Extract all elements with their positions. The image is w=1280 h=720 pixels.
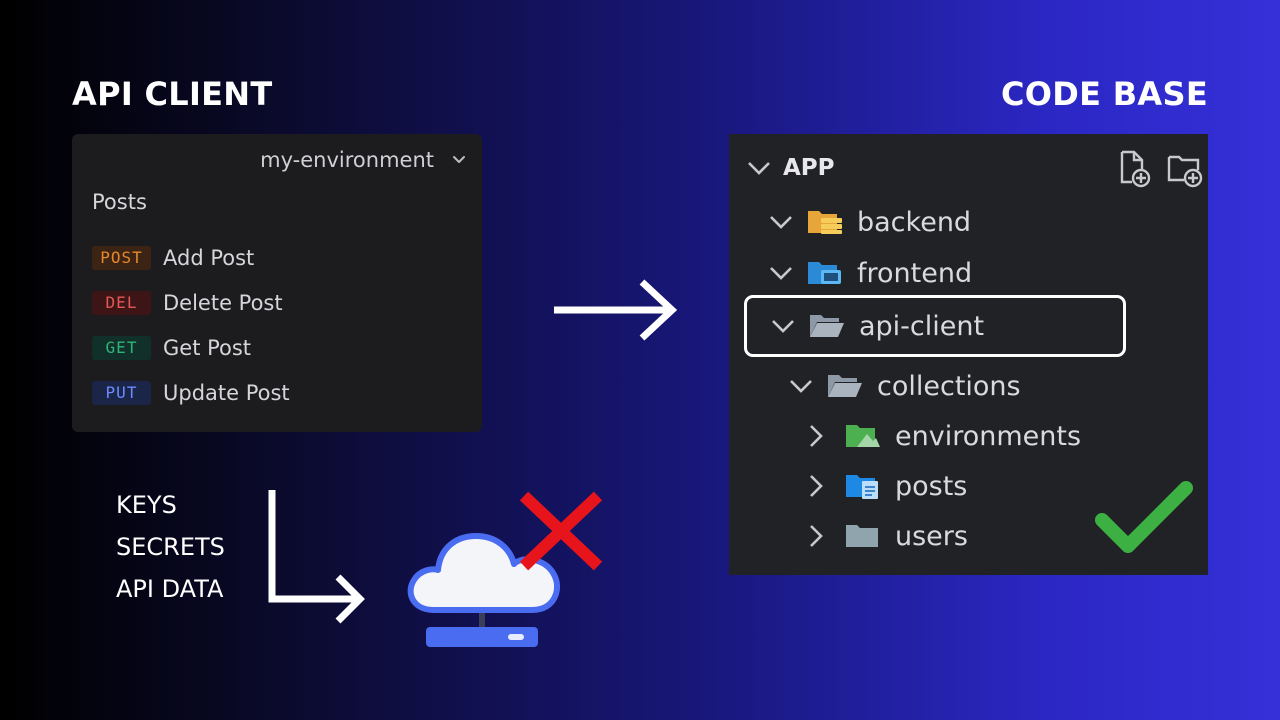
tree-root-app[interactable]: APP [747,146,835,190]
code-base-heading: CODE BASE [1000,75,1208,113]
tree-item-api-client[interactable]: api-client [771,304,984,348]
method-badge: GET [92,335,151,360]
request-name: Get Post [163,335,252,360]
chevron-down-icon [790,380,812,393]
method-badge: DEL [92,290,151,315]
tree-item-label: frontend [857,257,973,289]
request-item-add-post[interactable]: POST Add Post [92,235,290,280]
api-client-heading: API CLIENT [72,75,273,113]
tree-item-label: environments [895,420,1082,452]
api-client-panel: my-environment Posts POST Add Post DEL D… [72,134,482,432]
request-name: Delete Post [163,290,283,315]
chevron-right-icon [810,525,823,547]
chevron-down-icon [770,216,792,229]
request-list: POST Add Post DEL Delete Post GET Get Po… [92,235,290,415]
tree-item-users[interactable]: users [809,514,968,558]
folder-server-icon [808,211,842,234]
method-badge: POST [92,245,151,270]
folder-icon [846,525,878,547]
collection-title: Posts [92,190,147,214]
chevron-down-icon [770,267,792,280]
tree-item-label: posts [895,470,968,502]
request-item-get-post[interactable]: GET Get Post [92,325,290,370]
tree-item-backend[interactable]: backend [769,200,971,244]
request-item-delete-post[interactable]: DEL Delete Post [92,280,290,325]
request-item-update-post[interactable]: PUT Update Post [92,370,290,415]
arrow-down-right-icon [268,490,365,624]
folder-open-icon [828,375,862,397]
request-name: Add Post [163,245,255,270]
tree-item-collections[interactable]: collections [789,364,1021,408]
folder-frontend-icon [808,262,841,284]
tree-item-label: collections [877,370,1021,402]
method-badge: PUT [92,380,151,405]
keys-item: KEYS [116,491,177,519]
tree-root-label: APP [783,155,835,181]
tree-item-environments[interactable]: environments [809,414,1081,458]
new-folder-icon[interactable] [1166,150,1204,188]
tree-item-posts[interactable]: posts [809,464,967,508]
folder-environment-icon [846,425,880,447]
chevron-right-icon [810,425,823,447]
folder-docs-icon [846,475,878,499]
tree-actions [1118,150,1204,188]
cross-icon [519,491,603,571]
chevron-down-icon [453,156,465,163]
keys-item: SECRETS [116,533,225,561]
keys-item: API DATA [116,575,224,603]
tree-item-label: users [895,520,968,552]
keys-list: KEYS SECRETS API DATA [116,488,225,614]
tree-item-frontend[interactable]: frontend [769,251,972,295]
tree-item-label: backend [857,206,972,238]
environment-select-label: my-environment [260,148,434,172]
chevron-down-icon [772,320,794,333]
check-icon [1095,481,1193,553]
new-file-icon[interactable] [1118,150,1152,188]
chevron-right-icon [810,475,823,497]
request-name: Update Post [163,380,290,405]
folder-open-icon [810,315,844,337]
environment-select[interactable]: my-environment [260,148,466,172]
arrow-right-icon [554,279,678,341]
chevron-down-icon [748,162,770,175]
tree-item-label: api-client [859,310,985,342]
